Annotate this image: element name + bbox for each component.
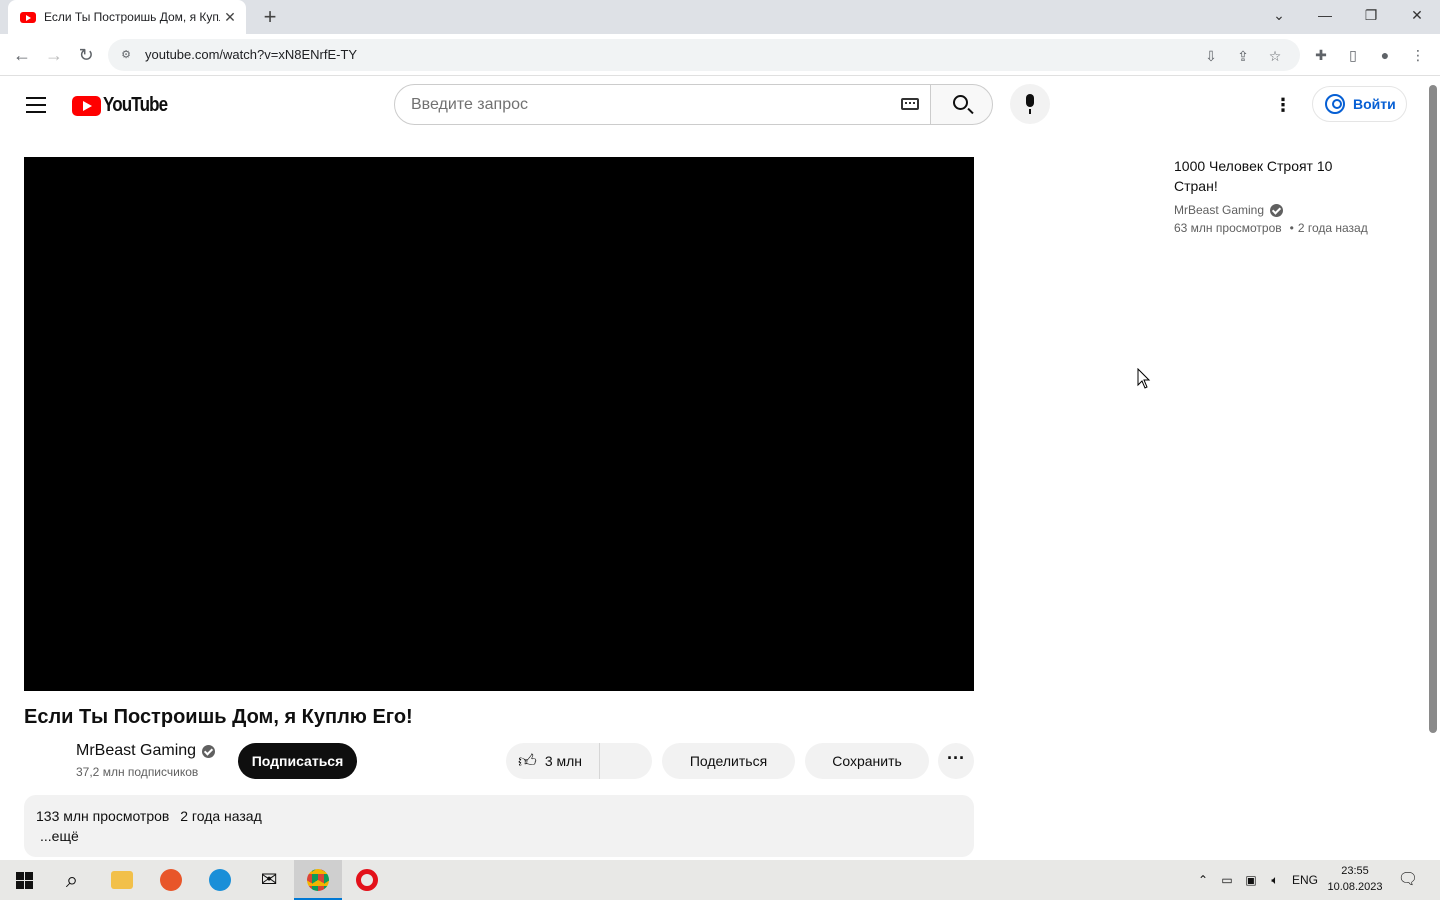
url-text[interactable]: youtube.com/watch?v=xN8ENrfE-TY	[145, 47, 357, 62]
recommended-video-title[interactable]: 1000 Человек Строят 10 Стран!	[1174, 156, 1374, 196]
meet-now-icon[interactable]: ▭	[1218, 860, 1236, 900]
mail-icon[interactable]: ✉	[245, 860, 293, 900]
network-icon[interactable]: ▣	[1242, 860, 1260, 900]
channel-avatar[interactable]	[24, 741, 64, 781]
thumbs-up-icon: 👍︎	[518, 751, 537, 771]
signin-button[interactable]: Войти	[1312, 86, 1407, 122]
tab-close-icon[interactable]: ✕	[222, 9, 238, 26]
bookmark-star-icon[interactable]: ☆	[1265, 46, 1285, 66]
install-app-icon[interactable]: ⇩	[1201, 46, 1221, 66]
subscriber-count: 37,2 млн подписчиков	[76, 765, 199, 779]
video-player[interactable]	[24, 157, 974, 691]
firefox-icon[interactable]	[147, 860, 195, 900]
windows-logo-icon	[16, 872, 33, 889]
clock-date: 10.08.2023	[1327, 881, 1383, 893]
recommended-channel[interactable]: MrBeast Gaming	[1174, 203, 1284, 217]
keyboard-icon[interactable]	[901, 98, 919, 110]
edge-icon[interactable]	[196, 860, 244, 900]
save-button[interactable]: Сохранить	[805, 743, 929, 779]
windows-taskbar: ⌕ ✉ ⌃ ▭ ▣ 🔈︎ ENG 23:55 10.08.2023 🗨︎	[0, 860, 1440, 900]
side-panel-icon[interactable]: ▯	[1343, 45, 1363, 65]
verified-icon	[1270, 203, 1284, 217]
youtube-play-icon	[72, 95, 101, 116]
browser-tab[interactable]: Если Ты Построишь Дом, я Куплю Его! - Yo…	[8, 0, 246, 34]
new-tab-button[interactable]: +	[258, 6, 282, 28]
show-more-link[interactable]: ...ещё	[40, 828, 79, 844]
close-window-icon[interactable]: ✕	[1394, 0, 1440, 30]
guide-menu-icon[interactable]	[26, 97, 46, 113]
browser-tab-strip: Если Ты Построишь Дом, я Куплю Его! - Yo…	[0, 0, 1440, 34]
site-info-icon[interactable]: ⚙	[118, 47, 134, 63]
clock-time: 23:55	[1341, 865, 1369, 877]
share-icon[interactable]: ⇪	[1233, 46, 1253, 66]
verified-icon	[202, 744, 216, 758]
share-button[interactable]: Поделиться	[662, 743, 795, 779]
system-clock[interactable]: 23:55 10.08.2023	[1326, 863, 1384, 895]
page-scrollbar[interactable]	[1426, 77, 1440, 860]
scrollbar-thumb[interactable]	[1429, 85, 1437, 733]
publish-date: 2 года назад	[180, 808, 262, 824]
search-button[interactable]	[930, 84, 993, 125]
subscribe-button[interactable]: Подписаться	[238, 743, 357, 779]
browser-menu-icon[interactable]: ⋮	[1408, 45, 1428, 65]
notifications-icon[interactable]: 🗨︎	[1396, 860, 1420, 900]
minimize-icon[interactable]: —	[1302, 0, 1348, 30]
settings-menu-icon[interactable]: ⋮	[1270, 93, 1296, 117]
forward-icon[interactable]: →	[41, 42, 67, 68]
address-bar[interactable]: ⚙ youtube.com/watch?v=xN8ENrfE-TY ⇩ ⇪ ☆	[108, 39, 1300, 71]
account-icon	[1325, 94, 1345, 114]
chrome-icon[interactable]	[294, 860, 342, 900]
channel-name: MrBeast Gaming	[76, 742, 197, 759]
description-box[interactable]: 133 млн просмотров 2 года назад ...ещё	[24, 795, 974, 857]
reload-icon[interactable]: ↻	[73, 42, 99, 68]
back-icon[interactable]: ←	[9, 42, 35, 68]
tab-title: Если Ты Построишь Дом, я Куплю Его! - Yo…	[44, 10, 220, 24]
view-count: 133 млн просмотров	[36, 808, 170, 824]
youtube-masthead: YouTube ⋮ Войти	[0, 77, 1440, 133]
file-explorer-icon[interactable]	[98, 860, 146, 900]
volume-muted-icon[interactable]: 🔈︎	[1265, 860, 1285, 900]
recommended-channel-name: MrBeast Gaming	[1174, 203, 1265, 217]
recommended-view-count: 63 млн просмотров	[1174, 221, 1282, 235]
opera-icon[interactable]	[343, 860, 391, 900]
signin-label: Войти	[1353, 96, 1396, 112]
mouse-cursor-icon	[1137, 368, 1151, 389]
more-actions-icon[interactable]: ···	[938, 743, 974, 779]
input-language[interactable]: ENG	[1290, 860, 1320, 900]
tab-search-icon[interactable]: ⌄	[1256, 0, 1302, 30]
restore-icon[interactable]: ❐	[1348, 0, 1394, 30]
like-count: 3 млн	[544, 753, 583, 769]
extensions-icon[interactable]: ✚	[1311, 45, 1331, 65]
video-title: Если Ты Построишь Дом, я Куплю Его!	[24, 706, 413, 728]
channel-name-link[interactable]: MrBeast Gaming	[76, 742, 216, 760]
recommended-publish-date: 2 года назад	[1297, 221, 1368, 235]
voice-search-button[interactable]	[1010, 84, 1050, 124]
youtube-logo[interactable]: YouTube	[72, 94, 179, 117]
youtube-wordmark: YouTube	[103, 94, 168, 116]
show-hidden-icons-icon[interactable]: ⌃	[1194, 860, 1212, 900]
dislike-button[interactable]	[601, 743, 652, 779]
like-dislike-group: 👍︎ 3 млн	[506, 743, 652, 779]
description-meta: 133 млн просмотров 2 года назад	[36, 808, 269, 824]
browser-toolbar: ← → ↻ ⚙ youtube.com/watch?v=xN8ENrfE-TY …	[0, 34, 1440, 76]
recommended-video-meta: 63 млн просмотров • 2 года назад	[1174, 221, 1368, 235]
search-box	[394, 84, 931, 125]
taskbar-search-icon[interactable]: ⌕	[48, 860, 96, 900]
search-icon	[953, 95, 968, 110]
youtube-favicon-icon	[20, 11, 36, 23]
like-button[interactable]: 👍︎ 3 млн	[506, 743, 600, 779]
search-input[interactable]	[411, 94, 871, 116]
profile-icon[interactable]: ●	[1375, 45, 1395, 65]
microphone-icon	[1026, 94, 1034, 114]
start-button[interactable]	[0, 860, 48, 900]
